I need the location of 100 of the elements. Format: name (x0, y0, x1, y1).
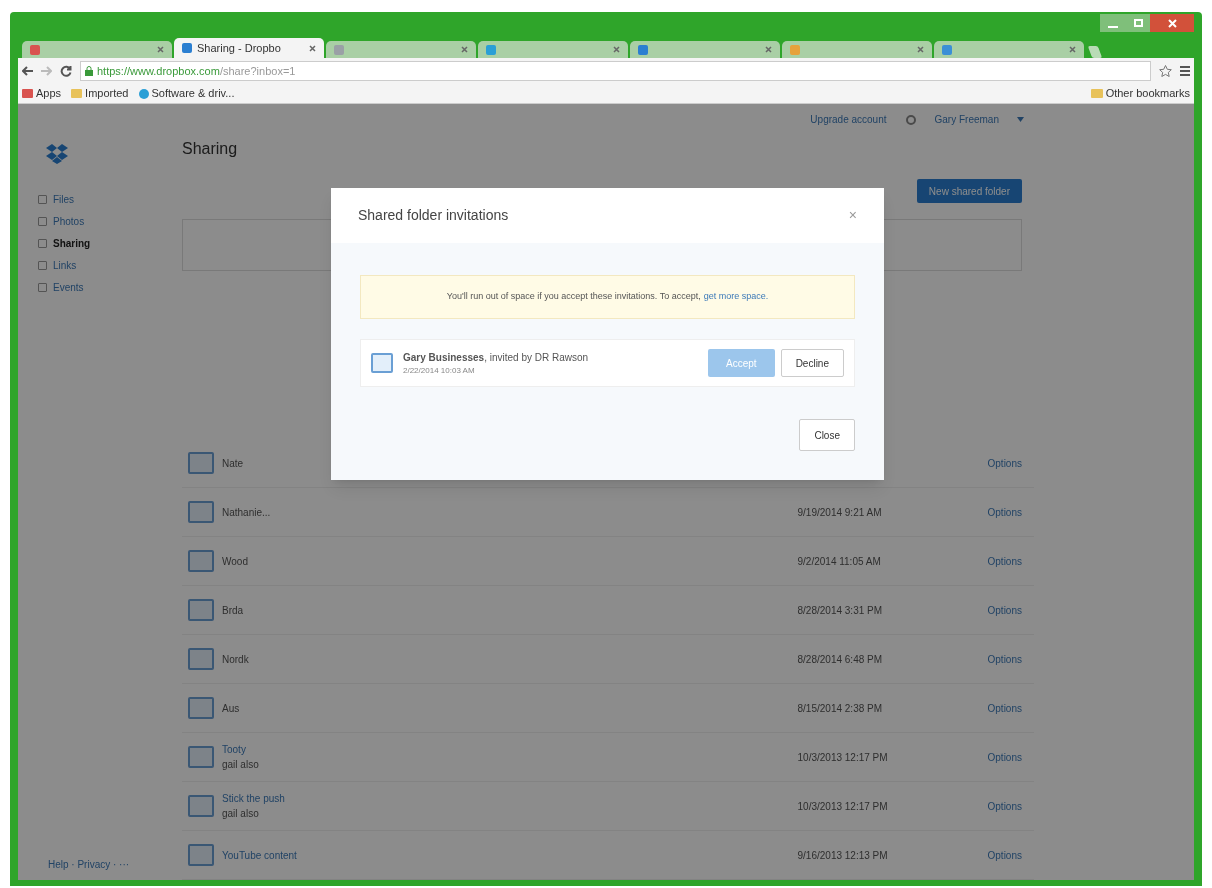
date-text: 9/16/2013 12:13 PM (797, 848, 889, 863)
bookmark-item[interactable]: Imported (71, 85, 129, 102)
shared-folder-icon (188, 501, 214, 523)
dropbox-logo (46, 144, 68, 164)
sidebar-item[interactable]: Links (38, 258, 168, 273)
favicon-icon (30, 44, 40, 55)
close-icon[interactable] (309, 44, 316, 52)
upgrade-account-link[interactable]: Upgrade account (810, 112, 887, 127)
lock-icon (85, 66, 93, 76)
warning-text: You'll run out of space if you accept these invitations. To accept, (446, 290, 701, 304)
close-icon (1167, 18, 1177, 28)
item-icon (38, 217, 47, 226)
item-icon (38, 239, 47, 248)
apps-icon (22, 89, 33, 98)
back-icon[interactable] (22, 66, 33, 76)
item-icon (38, 195, 47, 204)
folder-name[interactable]: Tooty (222, 742, 522, 757)
folder-icon (1090, 89, 1103, 98)
browser-tab[interactable] (22, 41, 172, 58)
owner-text: Brda (222, 603, 245, 618)
close-icon[interactable] (461, 46, 468, 53)
item-icon (38, 261, 47, 270)
options-link[interactable]: Options (987, 602, 1022, 618)
reload-icon[interactable] (60, 65, 72, 77)
date-text: 8/15/2014 2:38 PM (797, 701, 884, 716)
sidebar-item[interactable]: Files (38, 192, 168, 207)
bookmark-item[interactable]: Apps (22, 85, 62, 102)
user-menu[interactable]: Gary Freeman (934, 112, 999, 127)
date-text: 8/28/2014 3:31 PM (797, 603, 884, 618)
close-window-button[interactable] (1150, 14, 1194, 32)
options-link[interactable]: Options (987, 504, 1022, 520)
item-icon (38, 283, 47, 292)
options-link[interactable]: Options (987, 700, 1022, 716)
owner-text: Aus (222, 701, 241, 716)
get-more-space-link[interactable]: get more space. (703, 290, 769, 304)
shared-folder-icon (371, 353, 393, 373)
folder-icon (71, 89, 83, 98)
close-icon[interactable] (157, 46, 164, 53)
owner-text: Nathanie... (222, 505, 272, 520)
close-icon[interactable] (765, 46, 772, 53)
address-bar[interactable]: https://www.dropbox.com/share?inbox=1 (80, 61, 1151, 81)
shared-folder-icon (188, 697, 214, 719)
favicon-icon (334, 44, 344, 55)
options-link[interactable]: Options (987, 749, 1022, 765)
page-title: Sharing (182, 139, 239, 159)
owner-text: Nordk (222, 652, 250, 667)
close-button[interactable]: Close (799, 419, 855, 451)
forward-icon[interactable] (41, 66, 52, 76)
star-icon[interactable] (1159, 65, 1172, 77)
minimize-button[interactable] (1100, 14, 1126, 32)
browser-tab[interactable] (934, 41, 1084, 58)
invitation-date: 2/22/2014 10:03 AM (403, 364, 476, 377)
decline-button[interactable]: Decline (780, 349, 844, 377)
settings-icon[interactable] (904, 113, 917, 126)
options-link[interactable]: Options (987, 455, 1022, 471)
browser-tab[interactable]: Sharing - Dropbo (174, 38, 324, 58)
footer-links[interactable]: Help · Privacy · ··· (48, 857, 130, 872)
new-tab-button[interactable] (1087, 46, 1103, 58)
shared-folder-icon (188, 550, 214, 572)
sidebar-item[interactable]: Events (38, 280, 168, 295)
folder-name[interactable]: Stick the push (222, 791, 522, 806)
favicon-icon (942, 44, 952, 55)
shared-folder-icon (188, 452, 214, 474)
other-bookmarks[interactable]: Other bookmarks (1090, 85, 1190, 102)
sidebar-item[interactable]: Sharing (38, 236, 168, 251)
globe-icon (138, 88, 149, 99)
new-shared-folder-button[interactable]: New shared folder (916, 179, 1022, 203)
favicon-icon (182, 43, 192, 53)
close-icon[interactable] (613, 46, 620, 53)
url-text: https://www.dropbox.com/share?inbox=1 (97, 63, 296, 79)
favicon-icon (486, 44, 496, 55)
menu-icon[interactable] (1180, 66, 1190, 76)
date-text: 10/3/2013 12:17 PM (797, 799, 889, 814)
bookmark-item[interactable]: Software & driv... (138, 85, 235, 102)
owner-text: Nate (222, 456, 245, 471)
close-icon[interactable] (1069, 46, 1076, 53)
date-text: 8/28/2014 6:48 PM (797, 652, 884, 667)
close-icon[interactable] (917, 46, 924, 53)
dialog-title: Shared folder invitations (358, 206, 509, 225)
shared-folder-icon (188, 746, 214, 768)
sidebar-item[interactable]: Photos (38, 214, 168, 229)
shared-folder-icon (188, 844, 214, 866)
date-text: 9/19/2014 9:21 AM (797, 505, 883, 520)
options-link[interactable]: Options (987, 651, 1022, 667)
options-link[interactable]: Options (987, 847, 1022, 863)
owner-text: gail also (222, 807, 260, 821)
maximize-button[interactable] (1126, 14, 1150, 32)
caret-icon[interactable] (1017, 117, 1024, 122)
options-link[interactable]: Options (987, 553, 1022, 569)
options-link[interactable]: Options (987, 798, 1022, 814)
owner-text: Wood (222, 554, 249, 569)
shared-folder-icon (188, 648, 214, 670)
shared-folder-icon (188, 599, 214, 621)
browser-tab[interactable] (478, 41, 628, 58)
date-text: 10/3/2013 12:17 PM (797, 750, 889, 765)
browser-tab[interactable] (630, 41, 780, 58)
favicon-icon (638, 44, 648, 55)
favicon-icon (790, 44, 800, 55)
folder-name[interactable]: YouTube content (222, 847, 522, 863)
date-text: 9/2/2014 11:05 AM (797, 554, 882, 569)
